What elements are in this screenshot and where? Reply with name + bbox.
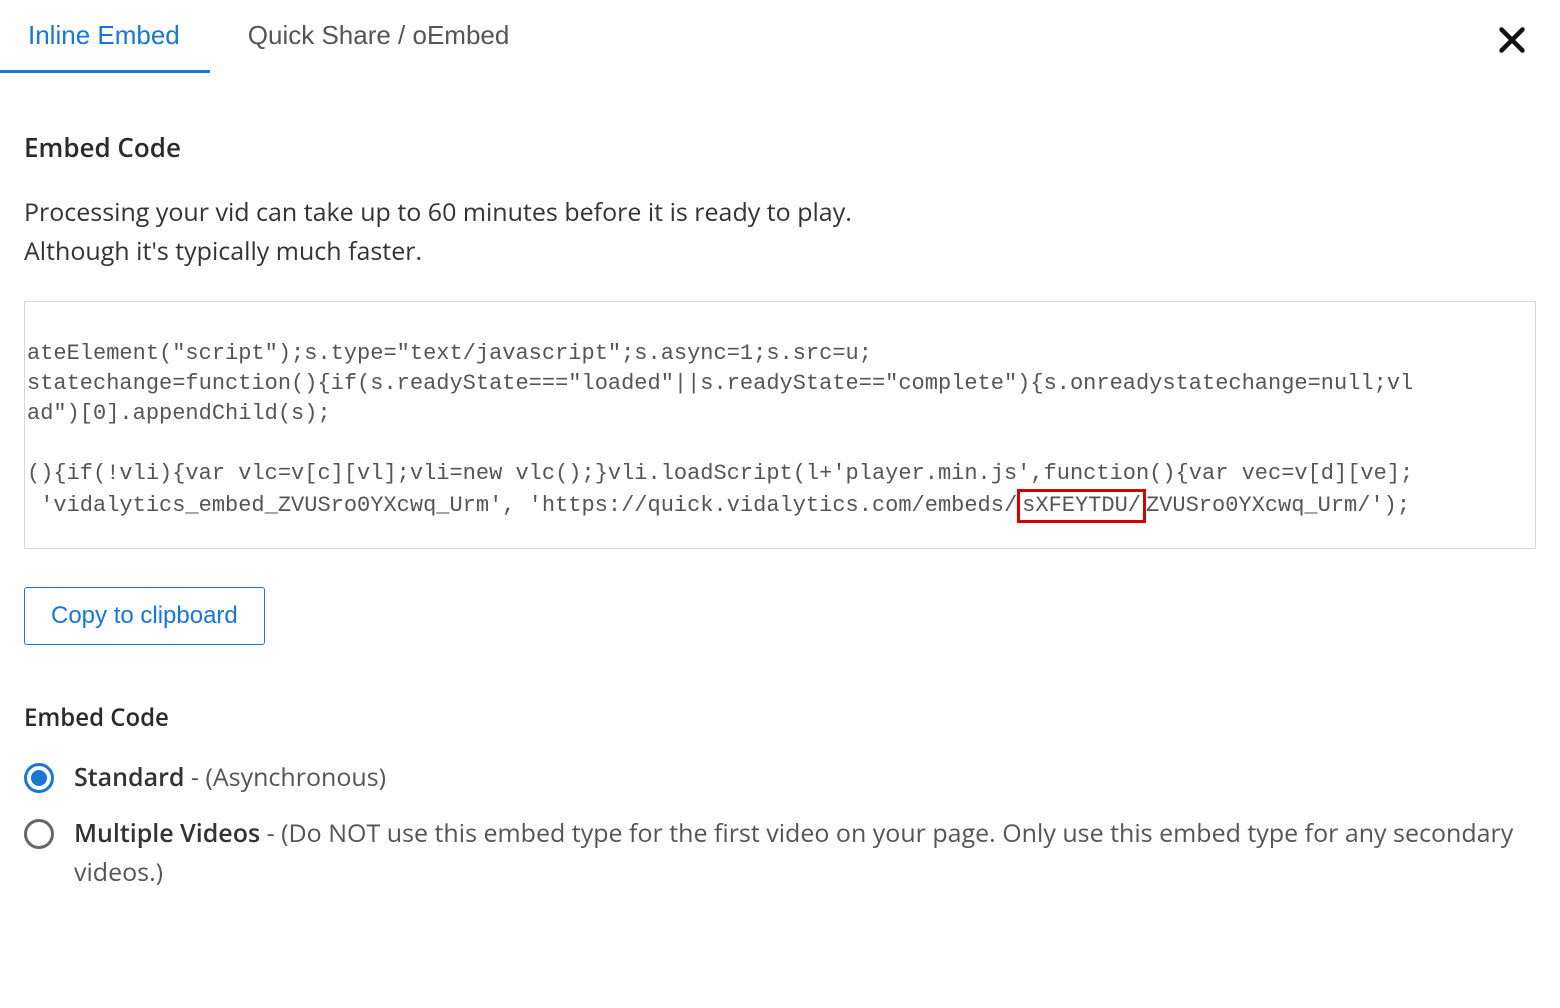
radio-standard-label: Standard - (Asynchronous): [74, 758, 1536, 797]
tabs-bar: Inline Embed Quick Share / oEmbed: [0, 0, 1560, 73]
radio-standard[interactable]: Standard - (Asynchronous): [0, 758, 1560, 815]
tab-inline-embed[interactable]: Inline Embed: [24, 6, 184, 73]
tab-quick-share[interactable]: Quick Share / oEmbed: [244, 6, 514, 73]
embed-code-heading: Embed Code: [24, 129, 1536, 165]
radio-checked-icon: [24, 763, 54, 793]
embed-code-textarea[interactable]: ateElement("script");s.type="text/javasc…: [24, 301, 1536, 549]
processing-line-2: Although it's typically much faster.: [24, 234, 422, 268]
tab-list: Inline Embed Quick Share / oEmbed: [24, 6, 513, 73]
radio-unchecked-icon: [24, 819, 54, 849]
embed-code-content: ateElement("script");s.type="text/javasc…: [27, 337, 1533, 523]
processing-note: Processing your vid can take up to 60 mi…: [24, 193, 1536, 271]
highlighted-id: sXFEYTDU/: [1017, 489, 1146, 523]
copy-to-clipboard-button[interactable]: Copy to clipboard: [24, 587, 265, 645]
close-icon: [1494, 22, 1530, 58]
embed-code-type-heading: Embed Code: [24, 701, 1536, 734]
radio-multiple-videos-label: Multiple Videos - (Do NOT use this embed…: [74, 814, 1536, 892]
processing-line-1: Processing your vid can take up to 60 mi…: [24, 195, 852, 229]
close-button[interactable]: [1488, 16, 1536, 64]
radio-multiple-videos[interactable]: Multiple Videos - (Do NOT use this embed…: [0, 814, 1560, 910]
